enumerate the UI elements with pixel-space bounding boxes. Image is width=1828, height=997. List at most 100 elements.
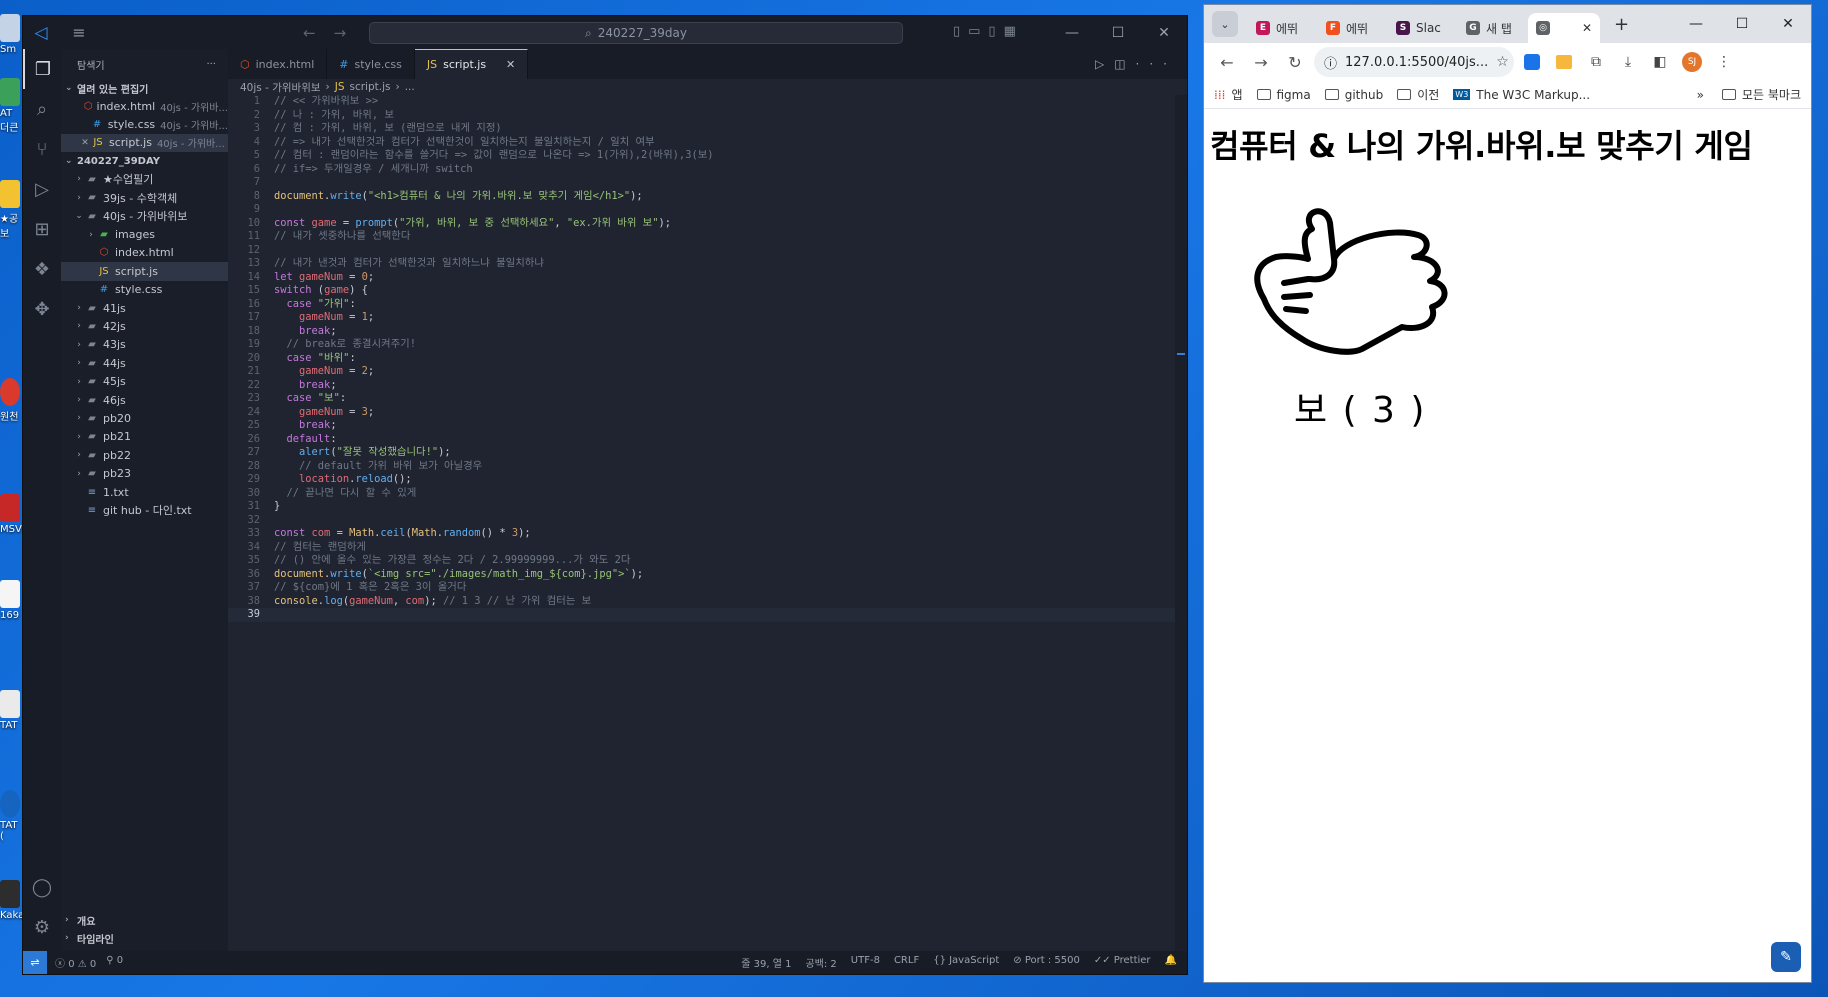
tree-folder[interactable]: › ▰ 45js (61, 372, 228, 390)
code-line[interactable]: 6 // if=> 두개일경우 / 세개니까 switch (228, 163, 1175, 177)
account-icon[interactable]: ◯ (23, 867, 61, 907)
code-line[interactable]: 14 let gameNum = 0; (228, 271, 1175, 285)
open-editor-item[interactable]: ⬡ index.html 40js - 가위바... (61, 97, 228, 115)
tab-index-html[interactable]: ⬡ index.html (228, 49, 328, 79)
timeline-section[interactable]: › 타임라인 (61, 929, 228, 947)
tree-folder[interactable]: ⌄ ▰ 40js - 가위바위보 (61, 207, 228, 225)
color-picker-fab-icon[interactable]: ✎ (1771, 942, 1801, 972)
split-editor-icon[interactable]: ◫ (1114, 57, 1135, 71)
bookmark-w3c[interactable]: W3 The W3C Markup... (1453, 88, 1590, 102)
code-line[interactable]: 27 alert("잘못 작성했습니다!"); (228, 446, 1175, 460)
tab-search-chevron-icon[interactable]: ⌄ (1212, 11, 1238, 37)
close-tab-icon[interactable]: ✕ (1582, 21, 1592, 35)
more-bookmarks-icon[interactable]: » (1697, 88, 1704, 102)
code-line[interactable]: 37 // ${com}에 1 혹은 2혹은 3이 올거다 (228, 581, 1175, 595)
address-bar[interactable]: ⓘ 127.0.0.1:5500/40js... ☆ (1314, 47, 1514, 77)
code-line[interactable]: 8 document.write("<h1>컴퓨터 & 나의 가위.바위.보 맞추… (228, 190, 1175, 204)
workspace-header[interactable]: ⌄ 240227_39DAY (61, 152, 228, 170)
code-line[interactable]: 35 // () 안에 올수 있는 가장큰 정수는 2다 / 2.99999999… (228, 554, 1175, 568)
profile-avatar[interactable]: SJ (1682, 52, 1702, 72)
code-line[interactable]: 19 // break로 종결시켜주기! (228, 338, 1175, 352)
explorer-icon[interactable]: ❐ (23, 49, 61, 89)
browser-tab[interactable]: E 에뛰 (1248, 13, 1318, 43)
extension-colorpicker-icon[interactable] (1518, 48, 1546, 76)
search-icon[interactable]: ⌕ (23, 89, 61, 129)
site-info-icon[interactable]: ⓘ (1324, 53, 1337, 72)
code-line[interactable]: 17 gameNum = 1; (228, 311, 1175, 325)
close-icon[interactable]: ✕ (79, 138, 91, 148)
code-line[interactable]: 1 // << 가위바위보 >> (228, 95, 1175, 109)
code-line[interactable]: 28 // default 가위 바위 보가 아닐경우 (228, 460, 1175, 474)
new-tab-icon[interactable]: + (1614, 14, 1629, 35)
code-line[interactable]: 12 (228, 244, 1175, 258)
bookmark-folder-figma[interactable]: figma (1256, 88, 1311, 102)
code-line[interactable]: 36 document.write(`<img src="./images/mat… (228, 568, 1175, 582)
desktop-icon[interactable]: 원천 (0, 378, 22, 423)
desktop-icon[interactable]: 169 (0, 580, 22, 621)
tree-folder[interactable]: › ▰ 43js (61, 336, 228, 354)
code-line[interactable]: 30 // 끝나면 다시 할 수 있게 (228, 487, 1175, 501)
browser-tab[interactable]: S Slac (1388, 13, 1458, 43)
history-nav-arrows-icon[interactable]: ←→ (303, 24, 364, 42)
desktop-icon[interactable]: Sm (0, 14, 22, 55)
gear-icon[interactable]: ⚙ (23, 907, 61, 947)
tree-folder[interactable]: › ▰ 39js - 수학객체 (61, 189, 228, 207)
tab-script-js[interactable]: JS script.js ✕ (414, 49, 529, 79)
browser-tab[interactable]: ◎ ✕ (1528, 13, 1600, 43)
menu-icon[interactable]: ≡ (59, 23, 99, 42)
code-line[interactable]: 7 (228, 176, 1175, 190)
code-line[interactable]: 24 gameNum = 3; (228, 406, 1175, 420)
code-line[interactable]: 34 // 컴터는 랜덤하게 (228, 541, 1175, 555)
extensions-icon[interactable]: ⊞ (23, 209, 61, 249)
code-line[interactable]: 33 const com = Math.ceil(Math.random() * … (228, 527, 1175, 541)
problems-status[interactable]: ⓧ 0 ⚠ 0 (55, 955, 96, 970)
remote-indicator-icon[interactable]: ⇌ (23, 951, 47, 974)
code-line[interactable]: 9 (228, 203, 1175, 217)
code-line[interactable]: 32 (228, 514, 1175, 528)
tree-folder[interactable]: › ▰ pb22 (61, 446, 228, 464)
minimize-icon[interactable]: — (1673, 5, 1719, 43)
run-icon[interactable]: ▷ (1095, 57, 1114, 71)
desktop-icon[interactable]: Kaka (0, 880, 24, 921)
tree-folder[interactable]: › ▰ ★수업필기 (61, 170, 228, 188)
code-line[interactable]: 22 break; (228, 379, 1175, 393)
tree-folder[interactable]: › ▰ pb21 (61, 428, 228, 446)
run-debug-icon[interactable]: ▷ (23, 169, 61, 209)
open-editor-item[interactable]: # style.css 40js - 가위바... (61, 115, 228, 133)
prettier-status[interactable]: ✓✓ Prettier (1094, 955, 1151, 970)
code-line[interactable]: 13 // 내가 낸것과 컴터가 선택한것과 일치하느냐 불일치하냐 (228, 257, 1175, 271)
browser-tab[interactable]: F 에뛰 (1318, 13, 1388, 43)
reload-icon[interactable]: ↻ (1280, 53, 1310, 72)
code-line[interactable]: 4 // => 내가 선택한것과 컴터가 선택한것이 일치하는지 불일치하는지 /… (228, 136, 1175, 150)
live-server-port[interactable]: ⊘ Port : 5500 (1013, 955, 1080, 970)
close-icon[interactable]: ✕ (1765, 5, 1811, 43)
all-bookmarks[interactable]: 모든 북마크 (1721, 86, 1801, 103)
maximize-icon[interactable]: ☐ (1719, 5, 1765, 43)
tree-folder[interactable]: › ▰ 41js (61, 299, 228, 317)
chrome-menu-icon[interactable]: ⋮ (1710, 48, 1738, 76)
scrollbar-thumb[interactable] (1177, 353, 1185, 355)
bookmark-folder-github[interactable]: github (1324, 88, 1383, 102)
remote-explorer-icon[interactable]: ✥ (23, 289, 61, 329)
tree-file[interactable]: ≡ 1.txt (61, 483, 228, 501)
language-mode[interactable]: {} JavaScript (933, 955, 999, 970)
code-line[interactable]: 25 break; (228, 419, 1175, 433)
layout-toggle-icons[interactable]: ▯▭▯▦ (953, 24, 1024, 39)
breadcrumb-item[interactable]: script.js (349, 81, 390, 93)
tree-file[interactable]: JS script.js (61, 262, 228, 281)
code-line[interactable]: 23 case "보": (228, 392, 1175, 406)
bookmark-apps[interactable]: ⁞⁞⁞ 앱 (1214, 86, 1243, 103)
tree-folder[interactable]: › ▰ pb20 (61, 409, 228, 427)
tree-folder[interactable]: › ▰ 44js (61, 354, 228, 372)
eol-status[interactable]: CRLF (894, 955, 919, 970)
open-editor-item[interactable]: ✕ JS script.js 40js - 가위바... (61, 133, 228, 153)
code-line[interactable]: 29 location.reload(); (228, 473, 1175, 487)
command-center-search[interactable]: ⌕ 240227_39day (369, 22, 903, 44)
desktop-icon[interactable]: TAT ( (0, 790, 22, 842)
desktop-icon[interactable]: ★공 보 (0, 180, 22, 240)
source-control-icon[interactable]: ⑂ (23, 129, 61, 169)
tab-style-css[interactable]: # style.css (327, 49, 415, 79)
breadcrumb-item[interactable]: 40js - 가위바위보 (240, 80, 321, 95)
breadcrumb-item[interactable]: ... (405, 81, 415, 93)
bookmark-star-icon[interactable]: ☆ (1496, 54, 1509, 70)
